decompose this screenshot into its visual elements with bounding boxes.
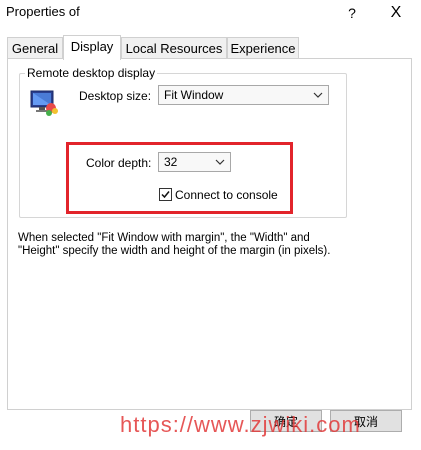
ok-button[interactable]: 确定	[250, 410, 322, 432]
tab-experience[interactable]: Experience	[227, 37, 299, 58]
tab-display[interactable]: Display	[63, 35, 121, 60]
chevron-down-icon	[312, 87, 324, 103]
close-button[interactable]: X	[384, 2, 408, 24]
tab-local-resources[interactable]: Local Resources	[121, 37, 227, 58]
highlight-box	[66, 142, 293, 214]
watermark-text: https://www.zjwiki.com	[120, 412, 361, 437]
tab-general[interactable]: General	[7, 37, 63, 58]
desktop-size-value: Fit Window	[164, 88, 224, 102]
group-label: Remote desktop display	[25, 66, 158, 80]
desktop-size-label: Desktop size:	[79, 89, 152, 103]
desktop-size-select[interactable]: Fit Window	[158, 85, 329, 105]
cancel-button[interactable]: 取消	[330, 410, 402, 432]
monitor-icon	[29, 88, 59, 118]
margin-note: When selected "Fit Window with margin", …	[18, 232, 331, 257]
window-title: Properties of	[6, 4, 80, 19]
help-button[interactable]: ?	[340, 2, 364, 24]
